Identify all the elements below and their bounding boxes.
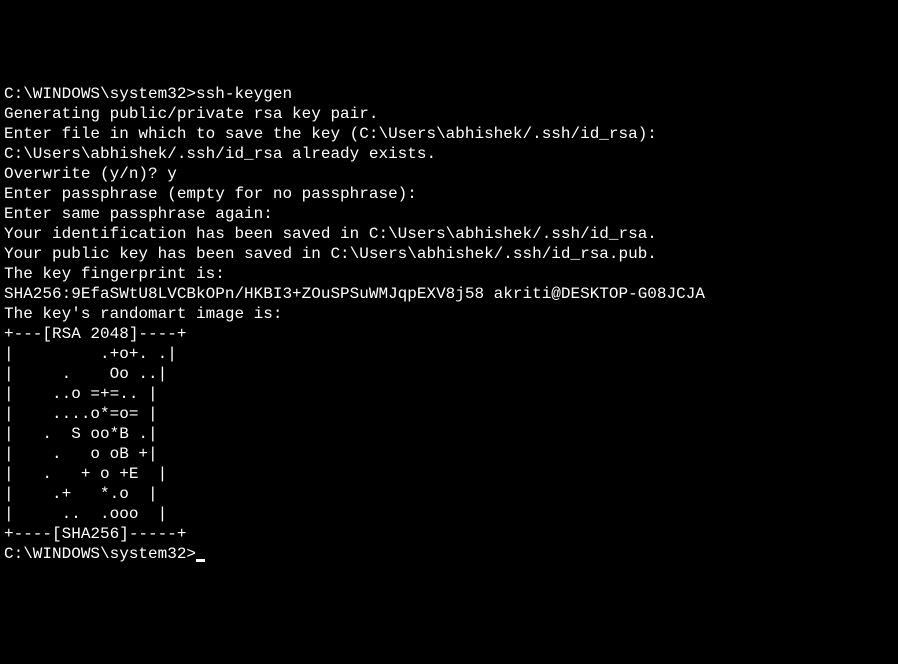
terminal-line: | . S oo*B .| (4, 424, 894, 444)
terminal-line: | .+o+. .| (4, 344, 894, 364)
terminal-line: Enter same passphrase again: (4, 204, 894, 224)
terminal-line: The key's randomart image is: (4, 304, 894, 324)
terminal-line: +---[RSA 2048]----+ (4, 324, 894, 344)
terminal-output: C:\WINDOWS\system32>ssh-keygenGenerating… (4, 84, 894, 564)
terminal-line: | .. .ooo | (4, 504, 894, 524)
terminal-line: | ....o*=o= | (4, 404, 894, 424)
terminal-line: C:\Users\abhishek/.ssh/id_rsa already ex… (4, 144, 894, 164)
terminal-line: | ..o =+=.. | (4, 384, 894, 404)
terminal-line: Generating public/private rsa key pair. (4, 104, 894, 124)
terminal-line: | . Oo ..| (4, 364, 894, 384)
terminal-line: Overwrite (y/n)? y (4, 164, 894, 184)
terminal-line: Enter passphrase (empty for no passphras… (4, 184, 894, 204)
terminal-line: | . + o +E | (4, 464, 894, 484)
terminal-line: Enter file in which to save the key (C:\… (4, 124, 894, 144)
terminal-line: | .+ *.o | (4, 484, 894, 504)
terminal-line: +----[SHA256]-----+ (4, 524, 894, 544)
cursor-icon (196, 559, 205, 562)
terminal-line: Your public key has been saved in C:\Use… (4, 244, 894, 264)
terminal-line: Your identification has been saved in C:… (4, 224, 894, 244)
command-prompt[interactable]: C:\WINDOWS\system32> (4, 545, 196, 563)
terminal-line: | . o oB +| (4, 444, 894, 464)
terminal-line: The key fingerprint is: (4, 264, 894, 284)
terminal-line: SHA256:9EfaSWtU8LVCBkOPn/HKBI3+ZOuSPSuWM… (4, 284, 894, 304)
terminal-line: C:\WINDOWS\system32>ssh-keygen (4, 84, 894, 104)
